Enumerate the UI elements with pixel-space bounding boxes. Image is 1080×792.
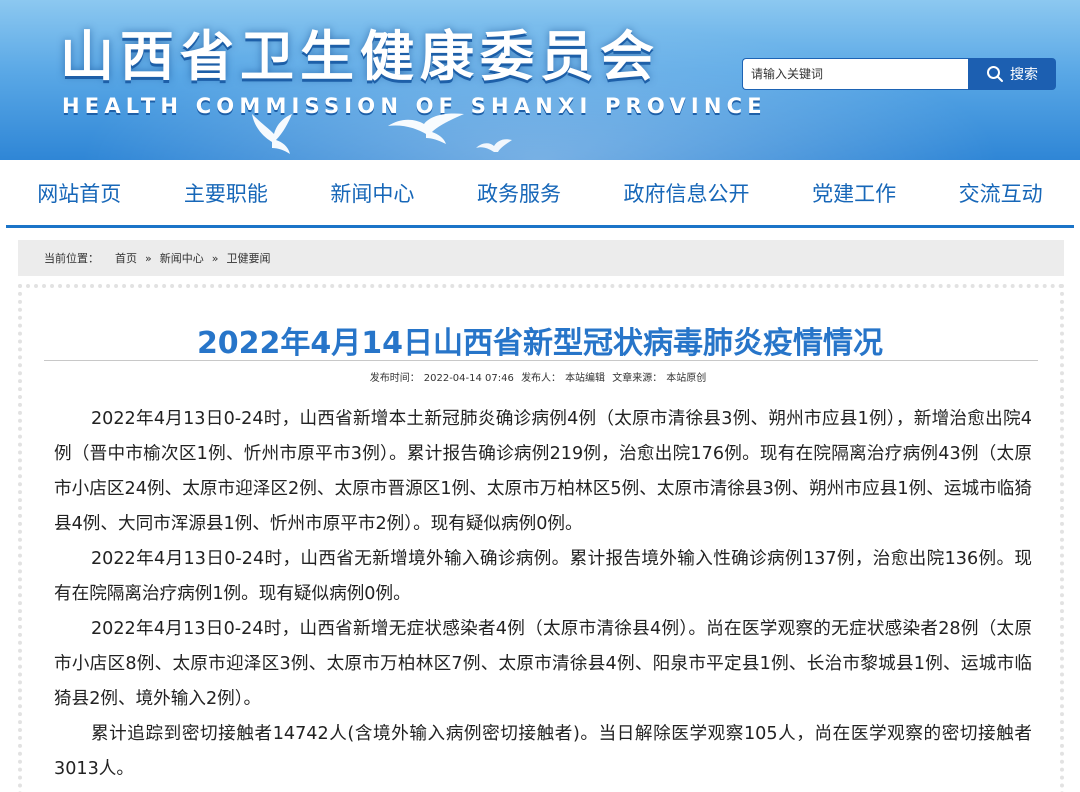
meta-time-label: 发布时间： [369,373,420,384]
meta-publisher-label: 发布人： [521,373,562,384]
page: 山西省卫生健康委员会 HEALTH COMMISSION OF SHANXI P… [0,0,1080,792]
nav-item-interaction[interactable]: 交流互动 [947,178,1055,208]
nav-item-functions[interactable]: 主要职能 [172,178,280,208]
nav-item-party-building[interactable]: 党建工作 [800,178,908,208]
breadcrumb-separator: » [145,251,152,265]
breadcrumb-separator: » [211,251,219,265]
nav-item-services[interactable]: 政务服务 [465,178,573,208]
breadcrumb-news[interactable]: 新闻中心 [160,250,204,266]
article-paragraph: 2022年4月13日0-24时，山西省新增无症状感染者4例（太原市清徐县4例）。… [54,619,1032,709]
breadcrumb-home[interactable]: 首页 [115,250,137,266]
search-icon [987,66,1003,82]
nav-item-info-disclosure[interactable]: 政府信息公开 [612,178,762,208]
article-paragraph: 累计追踪到密切接触者14742人(含境外输入病例密切接触者)。当日解除医学观察1… [54,724,1032,779]
breadcrumb: 当前位置： 首页 » 新闻中心 » 卫健要闻 [18,240,1064,276]
nav-item-news[interactable]: 新闻中心 [318,178,426,208]
dove-icon [252,114,292,154]
article-title: 2022年4月14日山西省新型冠状病毒肺炎疫情情况 [196,326,884,361]
site-title: 山西省卫生健康委员会 [60,25,660,88]
header-banner: 山西省卫生健康委员会 HEALTH COMMISSION OF SHANXI P… [0,0,1080,160]
breadcrumb-label: 当前位置： [44,252,99,265]
dove-icon [388,113,464,144]
search-input[interactable] [742,58,968,90]
meta-time: 2022-04-14 07:46 [423,373,514,384]
meta-publisher: 本站编辑 [565,373,606,384]
search-button-label: 搜索 [1010,67,1038,83]
breadcrumb-current[interactable]: 卫健要闻 [226,250,270,266]
article-meta: 发布时间： 2022-04-14 07:46 发布人： 本站编辑 文章来源： 本站原创 [0,369,1080,384]
search-box: 搜索 [742,58,1056,92]
meta-source: 本站原创 [666,373,707,384]
title-divider [44,360,1038,361]
dove-icon [476,139,512,152]
main-nav: 网站首页 主要职能 新闻中心 政务服务 政府信息公开 党建工作 交流互动 [6,160,1074,228]
article-paragraph: 2022年4月13日0-24时，山西省新增本土新冠肺炎确诊病例4例（太原市清徐县… [54,409,1032,534]
nav-item-home[interactable]: 网站首页 [25,178,133,208]
search-button[interactable]: 搜索 [968,58,1056,90]
meta-source-label: 文章来源： [612,373,663,384]
article-paragraph: 2022年4月13日0-24时，山西省无新增境外输入确诊病例。累计报告境外输入性… [54,549,1032,604]
article-body: 2022年4月13日0-24时，山西省新增本土新冠肺炎确诊病例4例（太原市清徐县… [54,402,1032,787]
